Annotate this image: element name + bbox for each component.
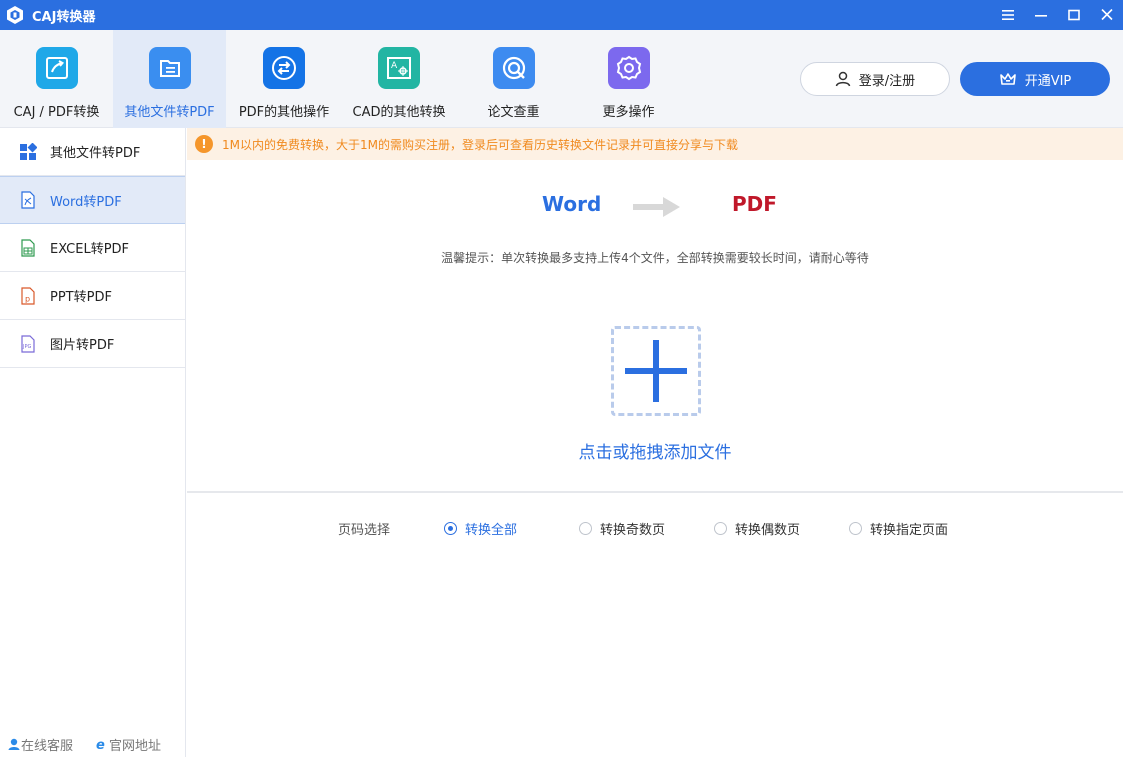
tool-caj-pdf-convert[interactable]: CAJ / PDF转换 [0, 30, 113, 128]
close-icon [1101, 9, 1113, 21]
tool-label: 更多操作 [602, 105, 655, 120]
sidebar-item-ppt-to-pdf[interactable]: p PPT转PDF [0, 272, 185, 320]
radio-convert-even[interactable]: 转换偶数页 [714, 519, 800, 538]
word-file-icon [19, 191, 37, 209]
folder-file-icon [148, 47, 191, 89]
radio-dot [714, 522, 727, 535]
tool-paper-check[interactable]: 论文查重 [456, 30, 571, 128]
radio-label: 转换奇数页 [600, 523, 666, 538]
target-format-label: PDF [732, 192, 777, 216]
radio-convert-odd[interactable]: 转换奇数页 [579, 519, 665, 538]
tool-pdf-other-ops[interactable]: PDF的其他操作 [226, 30, 342, 128]
radio-label: 转换偶数页 [735, 523, 801, 538]
sidebar-item-label: Word转PDF [50, 194, 122, 210]
gear-icon [607, 47, 650, 89]
divider [187, 491, 1123, 493]
svg-text:p: p [25, 294, 30, 303]
tool-label: CAJ / PDF转换 [13, 105, 100, 120]
sidebar-item-label: PPT转PDF [50, 290, 112, 305]
sidebar-item-other-to-pdf[interactable]: 其他文件转PDF [0, 128, 185, 176]
svg-text:A: A [391, 61, 398, 71]
svg-text:JPG: JPG [22, 344, 31, 350]
radio-convert-specified[interactable]: 转换指定页面 [849, 519, 948, 538]
main-toolbar: CAJ / PDF转换 其他文件转PDF PDF的其他操作 A CAD的其他转换… [0, 30, 1123, 128]
sidebar-item-label: 其他文件转PDF [50, 146, 141, 161]
app-logo-icon [4, 4, 26, 26]
radio-label: 转换指定页面 [870, 523, 949, 538]
conversion-header: Word PDF [187, 192, 1123, 222]
source-format-label: Word [542, 192, 602, 216]
svg-text:e: e [96, 738, 105, 751]
close-button[interactable] [1091, 0, 1123, 30]
swap-arrows-icon [263, 47, 305, 89]
tool-cad-other-convert[interactable]: A CAD的其他转换 [342, 30, 456, 128]
headset-icon [8, 738, 20, 750]
sidebar-item-image-to-pdf[interactable]: JPG 图片转PDF [0, 320, 185, 368]
open-vip-button[interactable]: 开通VIP [960, 62, 1110, 96]
radio-label: 转换全部 [465, 523, 518, 538]
search-check-icon [492, 47, 535, 89]
excel-file-icon [19, 238, 37, 257]
official-website-link[interactable]: e 官网地址 [95, 735, 161, 754]
ppt-file-icon: p [19, 286, 37, 305]
user-icon [835, 71, 851, 87]
caj-pdf-convert-icon [35, 47, 78, 89]
maximize-button[interactable] [1058, 0, 1090, 30]
vip-label: 开通VIP [1024, 73, 1072, 89]
minimize-icon [1035, 15, 1047, 17]
cad-drawing-icon: A [378, 47, 420, 89]
login-label: 登录/注册 [858, 73, 916, 89]
arrow-right-icon [633, 196, 681, 222]
app-title: CAJ转换器 [32, 9, 96, 25]
tool-label: 论文查重 [487, 105, 540, 120]
crown-icon [999, 73, 1016, 85]
radio-dot [444, 522, 457, 535]
upload-hint: 温馨提示：单次转换最多支持上传4个文件，全部转换需要较长时间，请耐心等待 [441, 251, 869, 265]
radio-dot [849, 522, 862, 535]
sidebar: 其他文件转PDF Word转PDF EXCEL转PDF p PPT转PDF JP… [0, 128, 186, 757]
tool-other-to-pdf[interactable]: 其他文件转PDF [113, 30, 226, 128]
maximize-icon [1068, 9, 1080, 21]
tool-label: CAD的其他转换 [352, 105, 446, 120]
sidebar-item-label: 图片转PDF [50, 338, 115, 353]
tool-more-ops[interactable]: 更多操作 [571, 30, 686, 128]
sidebar-footer: 在线客服 e 官网地址 [0, 731, 186, 757]
minimize-button[interactable] [1025, 0, 1057, 30]
tool-label: PDF的其他操作 [238, 105, 330, 120]
radio-convert-all[interactable]: 转换全部 [444, 519, 517, 538]
browser-e-icon: e [96, 738, 105, 751]
sidebar-item-word-to-pdf[interactable]: Word转PDF [0, 176, 185, 224]
warning-icon: ! [195, 135, 213, 153]
notice-bar: ! 1M以内的免费转换，大于1M的需购买注册，登录后可查看历史转换文件记录并可直… [187, 128, 1123, 160]
jpg-file-icon: JPG [19, 334, 37, 353]
login-register-button[interactable]: 登录/注册 [800, 62, 950, 96]
page-selection: 页码选择 转换全部 转换奇数页 转换偶数页 转换指定页面 [187, 519, 1123, 539]
menu-button[interactable] [992, 0, 1024, 30]
sidebar-item-excel-to-pdf[interactable]: EXCEL转PDF [0, 224, 185, 272]
tool-label: 其他文件转PDF [124, 105, 215, 120]
plus-icon [625, 340, 687, 402]
notice-text: 1M以内的免费转换，大于1M的需购买注册，登录后可查看历史转换文件记录并可直接分… [222, 137, 738, 152]
grid-apps-icon [19, 142, 37, 161]
sidebar-item-label: EXCEL转PDF [50, 242, 130, 257]
title-bar: CAJ转换器 [0, 0, 1123, 30]
radio-dot [579, 522, 592, 535]
add-file-label[interactable]: 点击或拖拽添加文件 [187, 438, 1123, 463]
menu-icon [1002, 10, 1014, 20]
official-website-label: 官网地址 [109, 738, 162, 754]
online-support-label: 在线客服 [21, 738, 74, 754]
online-support-link[interactable]: 在线客服 [7, 735, 73, 754]
add-file-dropzone[interactable] [611, 326, 701, 416]
page-selection-label: 页码选择 [338, 523, 391, 538]
